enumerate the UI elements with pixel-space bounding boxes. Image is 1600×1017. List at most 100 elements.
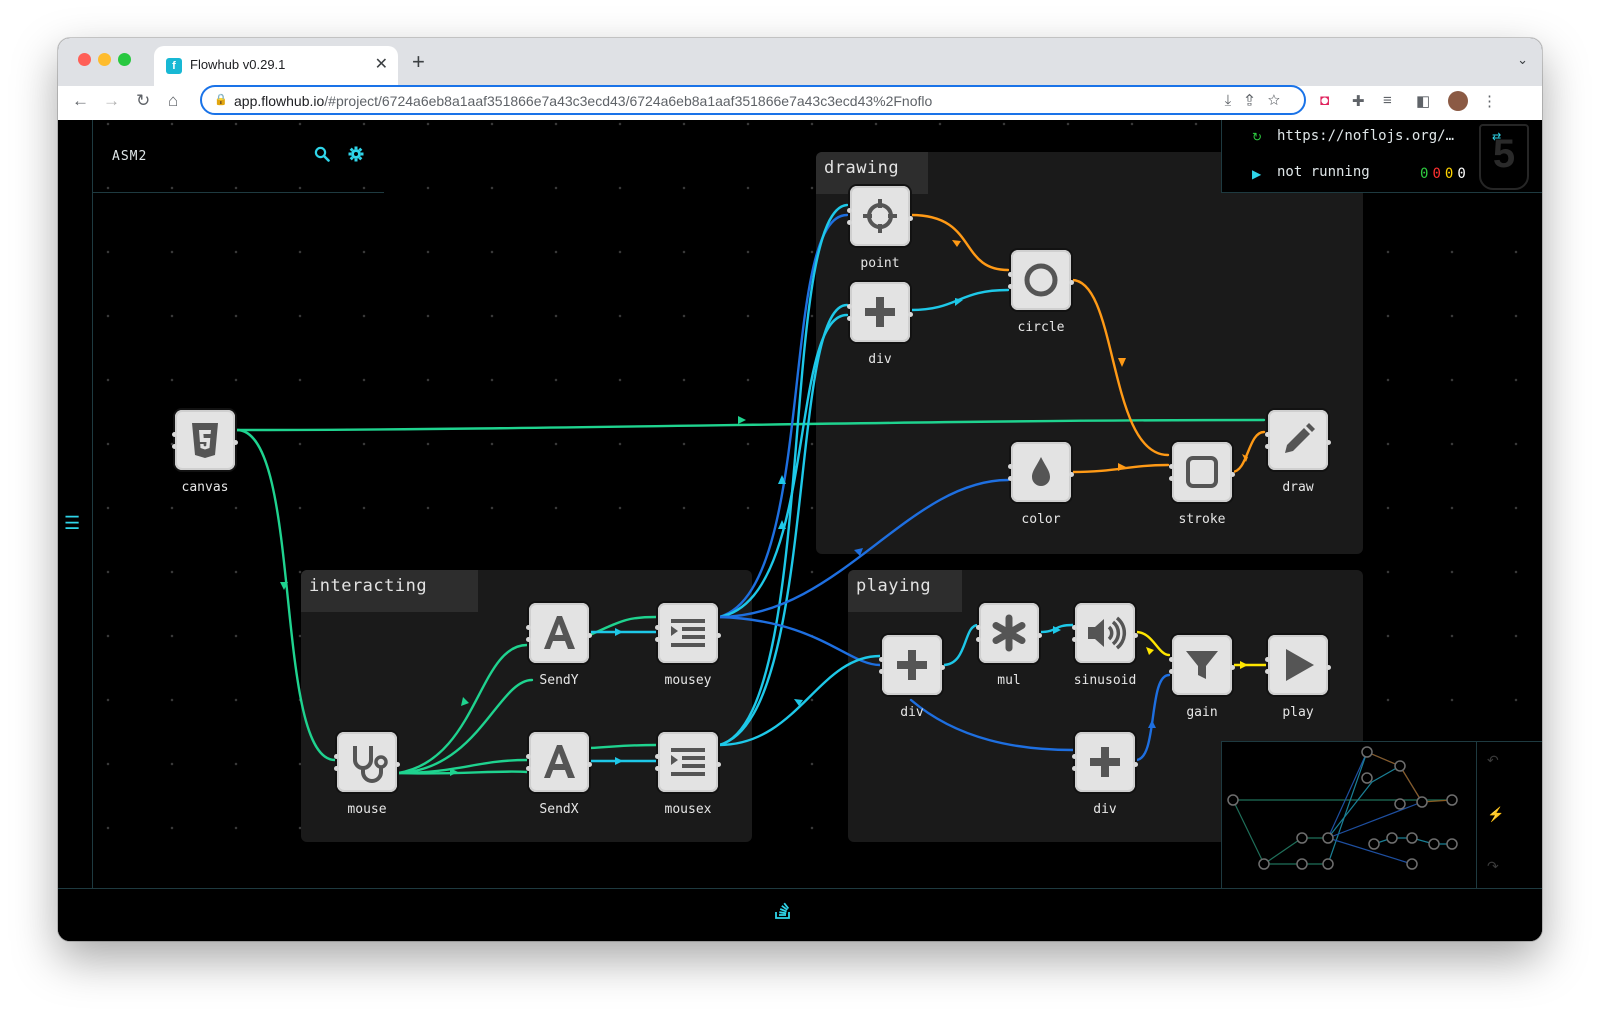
node-port[interactable] xyxy=(1008,284,1013,289)
reload-icon[interactable]: ↻ xyxy=(136,91,150,111)
node-port[interactable] xyxy=(655,766,660,771)
node-port[interactable] xyxy=(526,637,531,642)
node-port[interactable] xyxy=(1169,669,1174,674)
install-icon[interactable]: ⤓ xyxy=(1225,92,1246,109)
home-icon[interactable]: ⌂ xyxy=(168,91,178,111)
node-port[interactable] xyxy=(1133,633,1138,638)
node-port[interactable] xyxy=(1169,657,1174,662)
node-port[interactable] xyxy=(1326,665,1331,670)
minimize-window-button[interactable] xyxy=(98,53,111,66)
node-port[interactable] xyxy=(655,637,660,642)
node-port[interactable] xyxy=(847,316,852,321)
share-icon[interactable]: ⇪ xyxy=(1245,92,1267,109)
close-window-button[interactable] xyxy=(78,53,91,66)
node-port[interactable] xyxy=(940,665,945,670)
node-mousey[interactable]: mousey xyxy=(655,603,721,688)
run-play-icon[interactable]: ▶ xyxy=(1252,167,1261,181)
pocket-icon[interactable]: ◘ xyxy=(1320,92,1329,109)
kebab-menu-icon[interactable]: ⋮ xyxy=(1482,92,1497,110)
node-port[interactable] xyxy=(334,766,339,771)
node-port[interactable] xyxy=(587,762,592,767)
media-queue-icon[interactable]: ≡ xyxy=(1383,92,1392,109)
forward-arrow-icon[interactable]: → xyxy=(103,91,120,111)
node-port[interactable] xyxy=(655,625,660,630)
node-port[interactable] xyxy=(526,625,531,630)
node-port[interactable] xyxy=(908,312,913,317)
profile-avatar[interactable] xyxy=(1448,91,1468,111)
new-tab-icon[interactable]: + xyxy=(412,49,425,75)
back-arrow-icon[interactable]: ← xyxy=(72,91,89,111)
node-mul[interactable]: mul xyxy=(976,603,1042,688)
redo-icon[interactable]: ↷ xyxy=(1487,858,1499,875)
node-port[interactable] xyxy=(395,762,400,767)
bookmark-star-icon[interactable]: ☆ xyxy=(1268,92,1294,109)
node-port[interactable] xyxy=(1326,440,1331,445)
node-stroke[interactable]: stroke xyxy=(1169,442,1235,527)
node-port[interactable] xyxy=(1072,754,1077,759)
node-draw[interactable]: draw xyxy=(1265,410,1331,495)
node-port[interactable] xyxy=(908,216,913,221)
node-port[interactable] xyxy=(587,633,592,638)
node-port[interactable] xyxy=(1265,432,1270,437)
node-port[interactable] xyxy=(1072,766,1077,771)
node-port[interactable] xyxy=(847,208,852,213)
reconnect-icon[interactable]: ↻ xyxy=(1252,130,1262,144)
node-port[interactable] xyxy=(526,766,531,771)
node-port[interactable] xyxy=(655,754,660,759)
tab-search-chevron-icon[interactable]: ⌄ xyxy=(1517,52,1528,68)
node-port[interactable] xyxy=(1230,665,1235,670)
undo-icon[interactable]: ↶ xyxy=(1487,752,1499,769)
node-port[interactable] xyxy=(1072,637,1077,642)
node-port[interactable] xyxy=(1008,464,1013,469)
node-port[interactable] xyxy=(172,444,177,449)
node-port[interactable] xyxy=(1265,444,1270,449)
zoom-window-button[interactable] xyxy=(118,53,131,66)
node-port[interactable] xyxy=(1265,657,1270,662)
node-point[interactable]: point xyxy=(847,186,913,271)
node-port[interactable] xyxy=(233,440,238,445)
node-port[interactable] xyxy=(879,669,884,674)
node-mousex[interactable]: mousex xyxy=(655,732,721,817)
node-mouse[interactable]: mouse xyxy=(334,732,400,817)
node-port[interactable] xyxy=(1008,476,1013,481)
address-bar[interactable]: 🔒 app.flowhub.io/#project/6724a6eb8a1aaf… xyxy=(200,85,1306,115)
node-port[interactable] xyxy=(976,625,981,630)
node-sinusoid[interactable]: sinusoid xyxy=(1072,603,1138,688)
node-port[interactable] xyxy=(1069,472,1074,477)
node-port[interactable] xyxy=(716,633,721,638)
node-port[interactable] xyxy=(1037,633,1042,638)
node-canvas[interactable]: canvas xyxy=(172,410,238,495)
node-div-drawing[interactable]: div xyxy=(847,282,913,367)
browser-tab[interactable]: f Flowhub v0.29.1 ✕ xyxy=(154,46,398,86)
runtime-switch-icon[interactable]: ⇄ xyxy=(1492,130,1501,143)
node-port[interactable] xyxy=(1133,762,1138,767)
tab-close-icon[interactable]: ✕ xyxy=(375,54,388,74)
node-port[interactable] xyxy=(1230,472,1235,477)
node-gain[interactable]: gain xyxy=(1169,635,1235,720)
node-play[interactable]: play xyxy=(1265,635,1331,720)
node-circle[interactable]: circle xyxy=(1008,250,1074,335)
graph-minimap[interactable]: ↶ ⚡ ↷ xyxy=(1221,741,1542,889)
node-port[interactable] xyxy=(1265,669,1270,674)
runtime-url[interactable]: https://noflojs.org/… xyxy=(1277,128,1454,144)
node-port[interactable] xyxy=(334,754,339,759)
node-port[interactable] xyxy=(172,432,177,437)
side-panel-icon[interactable]: ◧ xyxy=(1416,92,1430,110)
stack-overflow-icon[interactable] xyxy=(774,901,792,924)
node-sendx[interactable]: SendX xyxy=(526,732,592,817)
node-port[interactable] xyxy=(1169,476,1174,481)
node-color[interactable]: color xyxy=(1008,442,1074,527)
node-port[interactable] xyxy=(976,637,981,642)
node-sendy[interactable]: SendY xyxy=(526,603,592,688)
extensions-icon[interactable]: ✚ xyxy=(1352,92,1365,110)
flowhub-graph-editor[interactable]: ☰ ASM2 drawing interacting playing canva… xyxy=(58,120,1542,941)
node-port[interactable] xyxy=(847,220,852,225)
node-port[interactable] xyxy=(526,754,531,759)
node-div-gain[interactable]: div xyxy=(1072,732,1138,817)
node-port[interactable] xyxy=(1169,464,1174,469)
node-port[interactable] xyxy=(879,657,884,662)
node-port[interactable] xyxy=(716,762,721,767)
node-port[interactable] xyxy=(1069,280,1074,285)
node-port[interactable] xyxy=(1072,625,1077,630)
node-port[interactable] xyxy=(1008,272,1013,277)
